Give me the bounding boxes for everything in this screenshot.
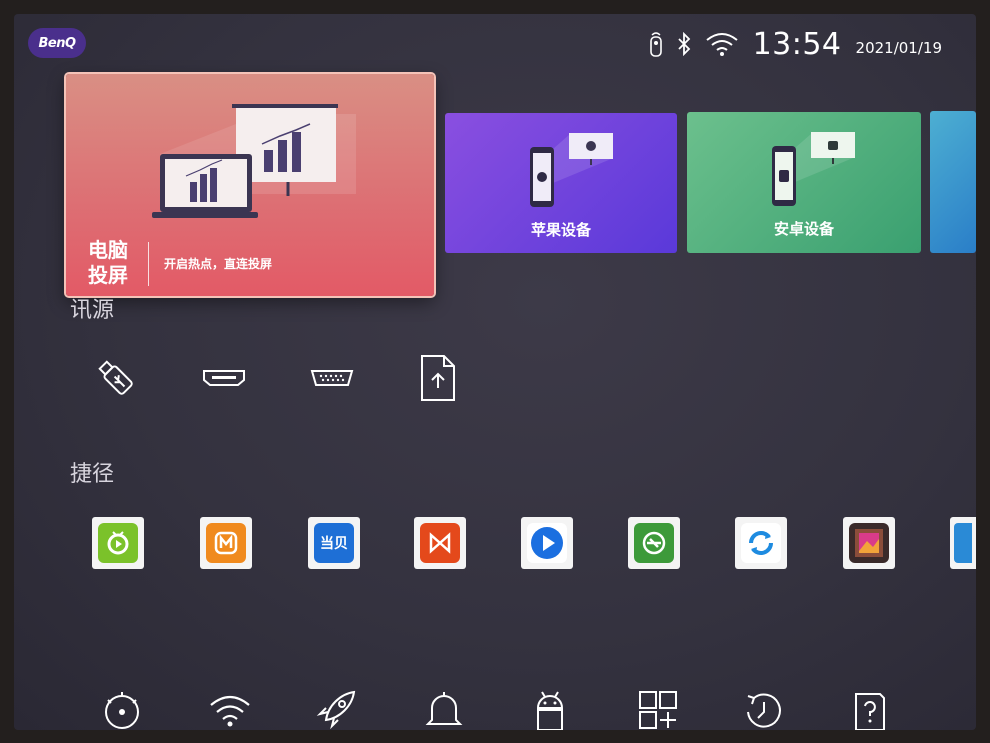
app-green-tv[interactable] — [92, 517, 144, 569]
app-green-store[interactable] — [628, 517, 680, 569]
wifi-icon — [705, 31, 739, 57]
clock-date: 2021/01/19 — [855, 39, 942, 57]
apple-phone-illustration — [530, 133, 613, 207]
app-dangbei[interactable]: 当贝 — [308, 517, 360, 569]
rocket-icon[interactable] — [312, 686, 360, 730]
pc-cast-title: 电脑 投屏 — [88, 238, 128, 287]
presentation-illustration — [152, 104, 356, 218]
clock-time: 13:54 — [752, 26, 842, 62]
section-title-source: 讯源 — [70, 298, 115, 323]
pc-cast-subtitle: 开启热点，直连投屏 — [164, 257, 273, 271]
android-icon[interactable] — [526, 686, 574, 730]
section-title-shortcuts: 捷径 — [70, 462, 115, 487]
history-icon[interactable] — [740, 686, 788, 730]
bluetooth-icon — [677, 32, 691, 56]
next-tile-partial[interactable] — [930, 111, 976, 253]
wifi-settings-icon[interactable] — [206, 686, 254, 730]
pc-cast-tile[interactable]: 电脑 投屏 开启热点，直连投屏 — [66, 74, 434, 296]
benq-logo: BenQ — [28, 28, 86, 58]
app-blue-player[interactable] — [521, 517, 573, 569]
file-upload-icon[interactable] — [410, 350, 466, 406]
vga-icon[interactable] — [304, 350, 360, 406]
remote-icon — [649, 31, 663, 57]
app-sync[interactable] — [735, 517, 787, 569]
app-gallery[interactable] — [843, 517, 895, 569]
help-icon[interactable] — [846, 686, 894, 730]
app-mango[interactable] — [200, 517, 252, 569]
android-phone-illustration — [772, 132, 855, 206]
hdmi-icon[interactable] — [196, 350, 252, 406]
apple-cast-tile[interactable]: 苹果设备 — [445, 113, 677, 253]
divider — [148, 242, 149, 286]
apple-cast-label: 苹果设备 — [530, 221, 591, 239]
bell-icon[interactable] — [420, 686, 468, 730]
launcher-screen: BenQ 13:54 2021/01/19 电脑 投屏 开启热点，直连投屏 苹果… — [14, 14, 976, 730]
android-cast-label: 安卓设备 — [773, 220, 834, 238]
android-cast-tile[interactable]: 安卓设备 — [687, 112, 921, 253]
app-red-player[interactable] — [414, 517, 466, 569]
app-partial[interactable] — [950, 517, 976, 569]
usb-icon[interactable] — [88, 350, 144, 406]
settings-icon[interactable] — [98, 686, 146, 730]
add-app-icon[interactable] — [634, 686, 682, 730]
status-bar: 13:54 2021/01/19 — [649, 26, 942, 62]
